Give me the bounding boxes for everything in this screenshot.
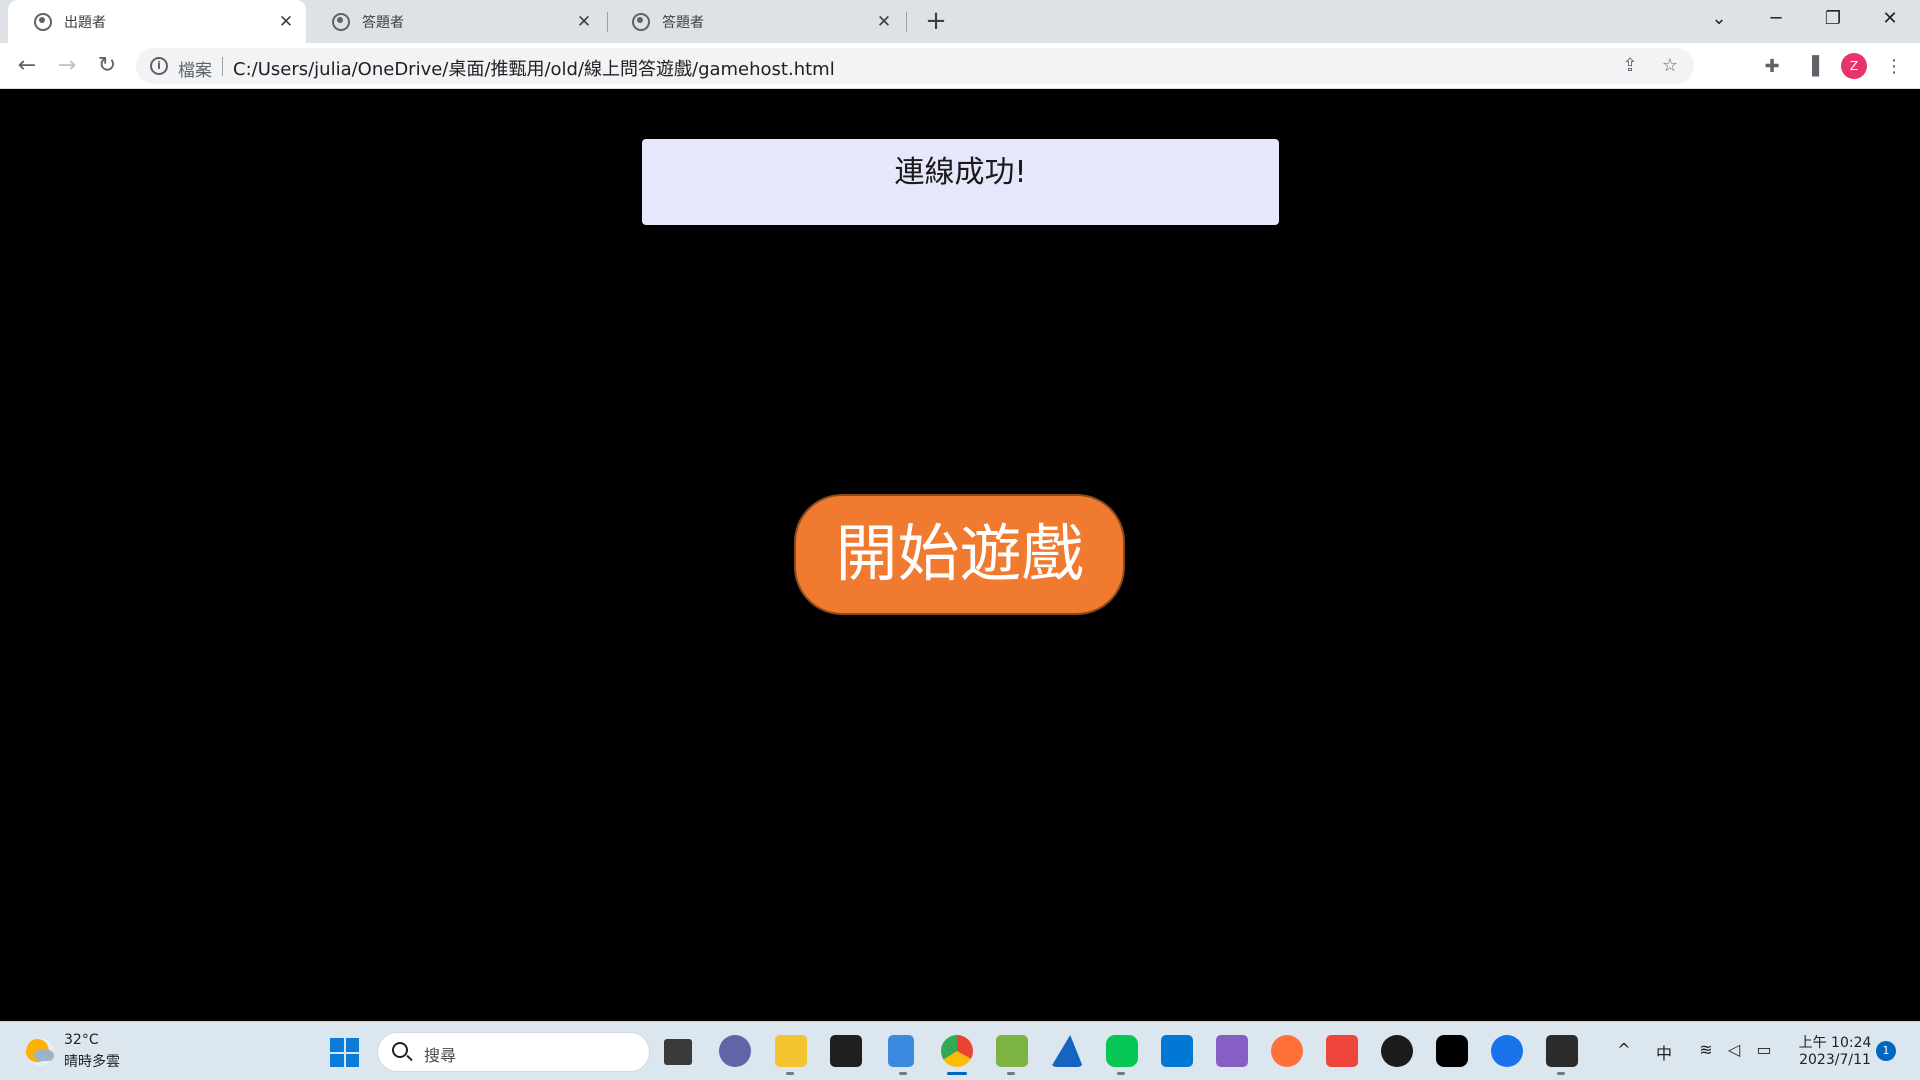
tab-host[interactable]: 出題者 ✕ <box>8 0 306 43</box>
reload-button[interactable]: ↻ <box>92 51 122 81</box>
start-game-button[interactable]: 開始遊戲 <box>794 494 1125 615</box>
menu-kebab-icon[interactable]: ⋮ <box>1882 55 1906 79</box>
chrome-icon[interactable] <box>941 1035 973 1075</box>
tab-title: 出題者 <box>64 14 106 31</box>
info-icon[interactable]: i <box>150 57 168 75</box>
connection-status-box: 連線成功! <box>642 139 1279 225</box>
task-view-icon[interactable] <box>664 1039 692 1065</box>
close-window-button[interactable]: ✕ <box>1862 0 1918 40</box>
connection-status-text: 連線成功! <box>894 155 1027 190</box>
file-explorer-icon[interactable] <box>775 1035 807 1075</box>
new-tab-button[interactable]: + <box>922 5 950 37</box>
profile-avatar[interactable]: Z <box>1841 53 1867 79</box>
windows-start-icon[interactable] <box>330 1038 359 1067</box>
browser-toolbar: ← → ↻ i 檔案 C:/Users/julia/OneDrive/桌面/推甄… <box>0 43 1920 89</box>
close-icon[interactable]: ✕ <box>572 12 596 32</box>
tab-search-chevron-icon[interactable]: ⌄ <box>1691 0 1747 40</box>
minimize-button[interactable]: ─ <box>1748 0 1804 40</box>
back-button[interactable]: ← <box>12 51 42 81</box>
search-icon <box>392 1042 408 1058</box>
taskbar-search-box[interactable]: 搜尋 <box>377 1032 650 1072</box>
weather-temperature: 32°C <box>64 1032 99 1048</box>
url-text[interactable]: C:/Users/julia/OneDrive/桌面/推甄用/old/線上問答遊… <box>233 55 835 81</box>
battery-icon[interactable]: ▭ <box>1752 1040 1776 1059</box>
tab-answerer-2[interactable]: 答題者 ✕ <box>606 0 904 43</box>
photos-icon[interactable] <box>996 1035 1028 1075</box>
tab-title: 答題者 <box>362 14 404 31</box>
cmd-icon[interactable] <box>1546 1035 1578 1075</box>
globe-icon <box>332 12 350 31</box>
maps-pin-icon[interactable] <box>1491 1035 1523 1067</box>
input-method-indicator[interactable]: 中 <box>1652 1040 1676 1064</box>
bookmark-star-icon[interactable]: ☆ <box>1658 54 1682 78</box>
obs-record-icon[interactable] <box>1381 1035 1413 1067</box>
divider <box>222 57 223 76</box>
restore-button[interactable]: ❐ <box>1805 0 1861 40</box>
share-icon[interactable]: ⇪ <box>1618 54 1642 78</box>
clock-time[interactable]: 上午 10:24 <box>1795 1032 1875 1052</box>
wireshark-icon[interactable] <box>1051 1035 1083 1067</box>
side-panel-icon[interactable]: ▐ <box>1800 55 1824 79</box>
close-icon[interactable]: ✕ <box>274 12 298 32</box>
address-bar[interactable]: i 檔案 C:/Users/julia/OneDrive/桌面/推甄用/old/… <box>136 48 1694 84</box>
search-placeholder: 搜尋 <box>424 1046 457 1065</box>
game-host-page: 連線成功! 開始遊戲 <box>0 89 1920 1021</box>
line-icon[interactable] <box>1106 1035 1138 1075</box>
chevron-up-icon[interactable]: ^ <box>1612 1040 1636 1059</box>
notepad-icon[interactable] <box>888 1035 914 1075</box>
close-icon[interactable]: ✕ <box>872 12 896 32</box>
visual-studio-icon[interactable] <box>1216 1035 1248 1067</box>
cloud-icon <box>34 1050 54 1061</box>
clock-date[interactable]: 2023/7/11 <box>1795 1052 1875 1068</box>
tab-answerer-1[interactable]: 答題者 ✕ <box>306 0 604 43</box>
extensions-icon[interactable]: ✚ <box>1760 55 1784 79</box>
firefox-icon[interactable] <box>1271 1035 1303 1067</box>
anydesk-icon[interactable] <box>1326 1035 1358 1067</box>
browser-tab-strip: 出題者 ✕ 答題者 ✕ 答題者 ✕ + ⌄ ─ ❐ ✕ <box>0 0 1920 43</box>
weather-condition: 晴時多雲 <box>64 1054 120 1070</box>
teams-chat-icon[interactable] <box>719 1035 751 1067</box>
vscode-icon[interactable] <box>1161 1035 1193 1067</box>
address-scheme-label: 檔案 <box>178 61 212 81</box>
notification-badge[interactable]: 1 <box>1876 1041 1896 1061</box>
forward-button[interactable]: → <box>52 51 82 81</box>
globe-icon <box>632 12 650 31</box>
tab-title: 答題者 <box>662 14 704 31</box>
windows-taskbar: 32°C 晴時多雲 搜尋 ^ 中 ≋ ◁ ▭ 上午 10:24 2023/7/1… <box>0 1021 1920 1080</box>
globe-icon <box>34 12 52 31</box>
wifi-icon[interactable]: ≋ <box>1694 1040 1718 1059</box>
volume-icon[interactable]: ◁ <box>1722 1040 1746 1059</box>
tab-separator <box>906 12 907 32</box>
capcut-icon[interactable] <box>1436 1035 1468 1067</box>
terminal-icon[interactable] <box>830 1035 862 1067</box>
